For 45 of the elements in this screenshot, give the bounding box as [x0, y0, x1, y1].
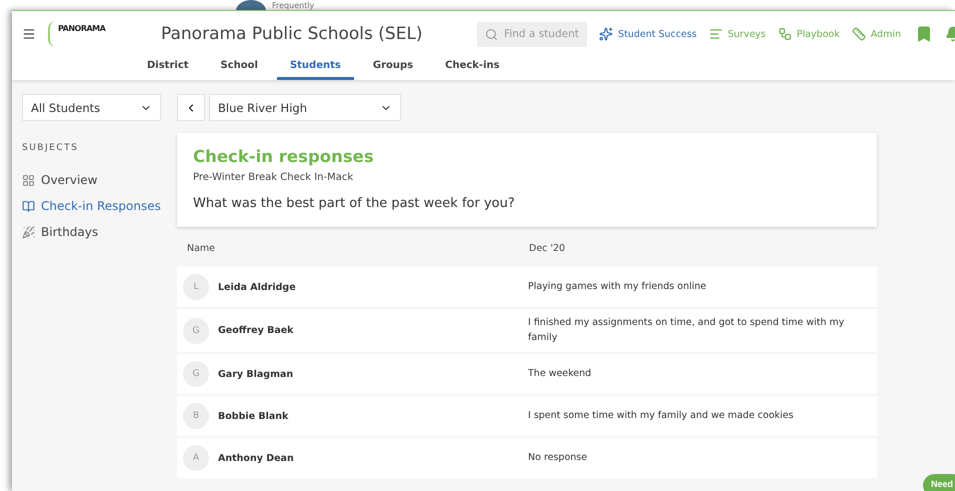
ruler-icon: [852, 27, 866, 41]
response-text: I spent some time with my family and we made cookies: [528, 409, 794, 424]
sidebar-item[interactable]: Overview: [22, 167, 177, 193]
avatar-initial: B: [183, 403, 209, 430]
response-text: The weekend: [528, 367, 592, 382]
sidebar-item[interactable]: Birthdays: [22, 219, 177, 245]
student-name: Gary Blagman: [218, 368, 294, 380]
response-text: Playing games with my friends online: [528, 280, 708, 294]
school-dropdown[interactable]: Blue River High: [209, 94, 401, 121]
grid-icon: [22, 174, 35, 186]
student-name: Geoffrey Baek: [218, 325, 295, 336]
backdrop-caption: Frequently: [272, 1, 314, 10]
party-icon: [22, 226, 35, 238]
student-name: Leida Aldridge: [218, 282, 297, 292]
avatar-initial: A: [183, 445, 209, 472]
bookmark-icon[interactable]: [915, 25, 933, 43]
column-header: Name: [187, 243, 216, 256]
filter-dropdown[interactable]: All Students: [22, 94, 161, 121]
diagram-icon: [778, 27, 792, 41]
response-text: No response: [528, 451, 588, 466]
nav-tab[interactable]: District: [134, 57, 202, 80]
sidebar-item[interactable]: Check-in Responses: [22, 193, 177, 219]
brand-logo: PANORAMA: [48, 21, 118, 47]
nav-tab[interactable]: School: [208, 57, 271, 80]
book-icon: [22, 200, 35, 212]
avatar-initial: L: [183, 274, 209, 300]
search-icon: [485, 28, 498, 40]
column-header: Dec '20: [529, 243, 566, 256]
menu-icon[interactable]: [22, 27, 36, 41]
student-name: Anthony Dean: [218, 452, 295, 464]
card-subtitle: Pre-Winter Break Check In-Mack: [193, 172, 354, 183]
section-heading: SUBJECTS: [22, 143, 80, 153]
nav-link[interactable]: Student Success: [599, 27, 697, 41]
sparkle-icon: [599, 27, 614, 41]
lines-icon: [708, 27, 723, 41]
nav-tab[interactable]: Students: [276, 57, 354, 80]
response-text: I finished my assignments on time, and got to spend time with my family: [528, 316, 846, 345]
card-title: Check-in responses: [193, 147, 375, 166]
question-text: What was the best part of the past week for you?: [193, 196, 516, 211]
nav-tab[interactable]: Check-ins: [432, 57, 513, 80]
avatar-initial: G: [183, 318, 209, 344]
student-name: Bobbie Blank: [218, 410, 290, 422]
avatar-initial: G: [183, 361, 209, 388]
window-title: Panorama Public Schools (SEL): [161, 24, 423, 44]
nav-tab[interactable]: Groups: [360, 57, 426, 80]
